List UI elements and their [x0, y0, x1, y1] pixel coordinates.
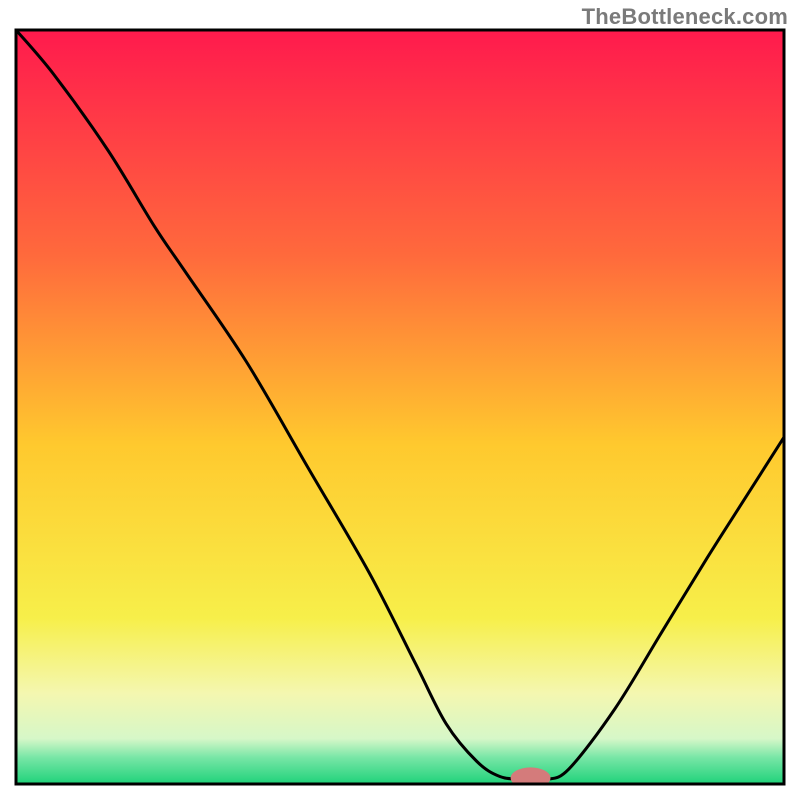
chart-container: TheBottleneck.com	[0, 0, 800, 800]
watermark-text: TheBottleneck.com	[582, 4, 788, 30]
gradient-background	[16, 30, 784, 784]
bottleneck-chart	[0, 0, 800, 800]
